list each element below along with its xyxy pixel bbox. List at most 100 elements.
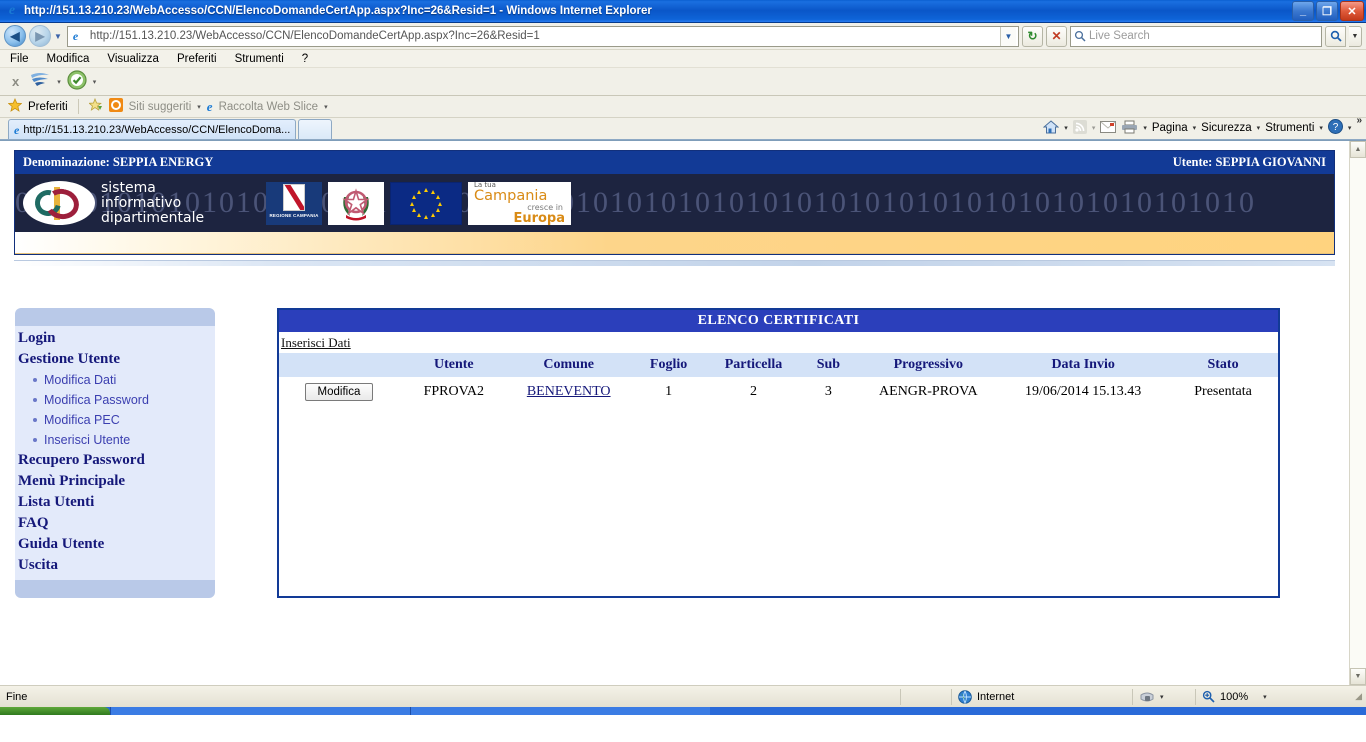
command-item-strumenti[interactable]: Strumenti [1265,122,1314,134]
stop-icon: ✕ [1051,29,1062,43]
sidebar-subitem-modifica-password[interactable]: Modifica Password [15,390,215,410]
menu-item-modifica[interactable]: Modifica [47,53,90,65]
sidebar-item-login[interactable]: Login [15,328,215,349]
favbar-divider [77,99,79,114]
sidebar-item-menu-principale[interactable]: Menù Principale [15,471,215,492]
url-box[interactable]: e http://151.13.210.23/WebAccesso/CCN/El… [66,25,1019,47]
security-zone-cell[interactable]: Internet [952,686,1132,707]
menu-item-strumenti[interactable]: Strumenti [235,53,284,65]
mail-icon[interactable] [1100,120,1117,136]
home-dropdown-icon[interactable]: ▾ [1064,124,1068,132]
campania-line-4: Europa [513,210,565,226]
page-viewport: Denominazione: SEPPIA ENERGY Utente: SEP… [0,140,1366,685]
command-item-sicurezza[interactable]: Sicurezza [1201,122,1252,134]
sidebar-subitem-label[interactable]: Modifica PEC [44,410,120,430]
search-input[interactable]: Live Search [1070,25,1322,47]
suggested-sites-label[interactable]: Siti suggeriti [129,101,192,113]
sidebar-item-uscita[interactable]: Uscita [15,555,215,576]
favorites-star-icon[interactable] [7,97,23,115]
pagina-dropdown-icon[interactable]: ▾ [1193,124,1197,132]
sidebar-subitem-modifica-pec[interactable]: Modifica PEC [15,410,215,430]
printer-icon[interactable] [1121,120,1138,137]
maximize-button[interactable]: ❐ [1316,1,1338,21]
add-favorite-icon[interactable] [87,97,103,115]
command-item-pagina[interactable]: Pagina [1152,122,1188,134]
webslice-icon[interactable]: e [207,100,213,114]
command-overflow-icon[interactable]: » [1356,115,1362,126]
sidebar-subitem-label[interactable]: Inserisci Utente [44,430,130,450]
webslice-dropdown-icon[interactable]: ▾ [324,103,328,111]
taskbar-item[interactable] [410,707,710,715]
sidebar-subitem-label[interactable]: Modifica Password [44,390,149,410]
refresh-button[interactable]: ↻ [1022,25,1043,47]
protected-mode-dropdown-icon[interactable]: ▾ [1160,693,1164,701]
sidebar-item-faq[interactable]: FAQ [15,513,215,534]
eu-stars-icon [410,188,442,219]
col-foglio: Foglio [628,353,709,377]
start-button[interactable] [0,707,110,715]
addon-fan-icon[interactable] [29,71,51,92]
minimize-button[interactable]: _ [1292,1,1314,21]
favorites-label[interactable]: Preferiti [28,101,68,113]
stop-button[interactable]: ✕ [1046,25,1067,47]
sidebar-subitem-modifica-dati[interactable]: Modifica Dati [15,370,215,390]
printer-dropdown-icon[interactable]: ▾ [1143,124,1147,132]
help-icon[interactable]: ? [1327,119,1343,137]
cell-particella: 2 [708,377,799,407]
sidebar-item-recupero-password[interactable]: Recupero Password [15,450,215,471]
status-text: Fine [6,690,28,703]
url-dropdown-icon[interactable]: ▼ [1000,26,1016,46]
protected-mode-cell[interactable]: ▾ [1133,686,1195,707]
zoom-dropdown-icon[interactable]: ▾ [1263,693,1267,701]
search-provider-dropdown[interactable]: ▼ [1349,25,1362,47]
sidebar-item-guida-utente[interactable]: Guida Utente [15,534,215,555]
menu-item-preferiti[interactable]: Preferiti [177,53,217,65]
search-icon [1074,30,1086,42]
cell-progressivo: AENGR-PROVA [858,377,999,407]
suggested-sites-icon[interactable] [108,98,123,115]
addon-check-shield-icon[interactable] [67,70,87,93]
scroll-down-button[interactable]: ▼ [1350,668,1366,685]
strumenti-dropdown-icon[interactable]: ▾ [1319,124,1323,132]
home-icon[interactable] [1042,119,1060,137]
modifica-button[interactable]: Modifica [304,383,374,401]
sidebar-subitem-inserisci-utente[interactable]: Inserisci Utente [15,430,215,450]
site-header-bar: Denominazione: SEPPIA ENERGY Utente: SEP… [15,151,1334,174]
zoom-cell[interactable]: 100% ▾ [1196,686,1273,707]
addon-fan-dropdown-icon[interactable]: ▾ [57,78,61,86]
command-bar: ▾ ▾ ▾ Pagina ▾ Sicurezza ▾ Strumenti ▾ ?… [1042,115,1362,139]
menu-item-help[interactable]: ? [302,53,308,65]
bullet-icon [33,378,37,382]
suggested-sites-dropdown-icon[interactable]: ▾ [197,103,201,111]
repubblica-italiana-emblem [328,181,384,225]
rss-dropdown-icon[interactable]: ▾ [1092,124,1096,132]
sicurezza-dropdown-icon[interactable]: ▾ [1257,124,1261,132]
vertical-scrollbar[interactable]: ▲ ▼ [1349,141,1366,685]
scroll-up-button[interactable]: ▲ [1350,141,1366,158]
recent-pages-drop-icon[interactable]: ▼ [54,32,62,41]
addon-check-dropdown-icon[interactable]: ▾ [93,78,97,86]
sidebar-item-lista-utenti[interactable]: Lista Utenti [15,492,215,513]
addon-close-icon[interactable]: x [8,74,23,89]
webslice-label[interactable]: Raccolta Web Slice [219,101,319,113]
search-go-button[interactable] [1325,25,1346,47]
sidebar-item-gestione-utente[interactable]: Gestione Utente [15,349,215,370]
help-dropdown-icon[interactable]: ▾ [1348,124,1352,132]
resize-grip-icon[interactable]: ◢ [1355,691,1366,702]
inserisci-dati-link[interactable]: Inserisci Dati [281,335,351,350]
col-utente: Utente [398,353,509,377]
new-tab-button[interactable] [298,119,333,139]
sidebar-subitem-label[interactable]: Modifica Dati [44,370,116,390]
menu-item-file[interactable]: File [10,53,29,65]
comune-link[interactable]: BENEVENTO [527,384,611,399]
logo-line-2: informativo [101,194,182,211]
back-button[interactable]: ◀ [4,25,26,47]
taskbar-item[interactable] [110,707,410,715]
forward-button[interactable]: ▶ [29,25,51,47]
menu-item-visualizza[interactable]: Visualizza [107,53,159,65]
tab-active[interactable]: e http://151.13.210.23/WebAccesso/CCN/El… [8,119,297,139]
tab-label: http://151.13.210.23/WebAccesso/CCN/Elen… [23,123,291,136]
close-button[interactable]: ✕ [1340,1,1364,21]
svg-text:?: ? [1333,122,1339,133]
lock-icon [1140,692,1154,701]
